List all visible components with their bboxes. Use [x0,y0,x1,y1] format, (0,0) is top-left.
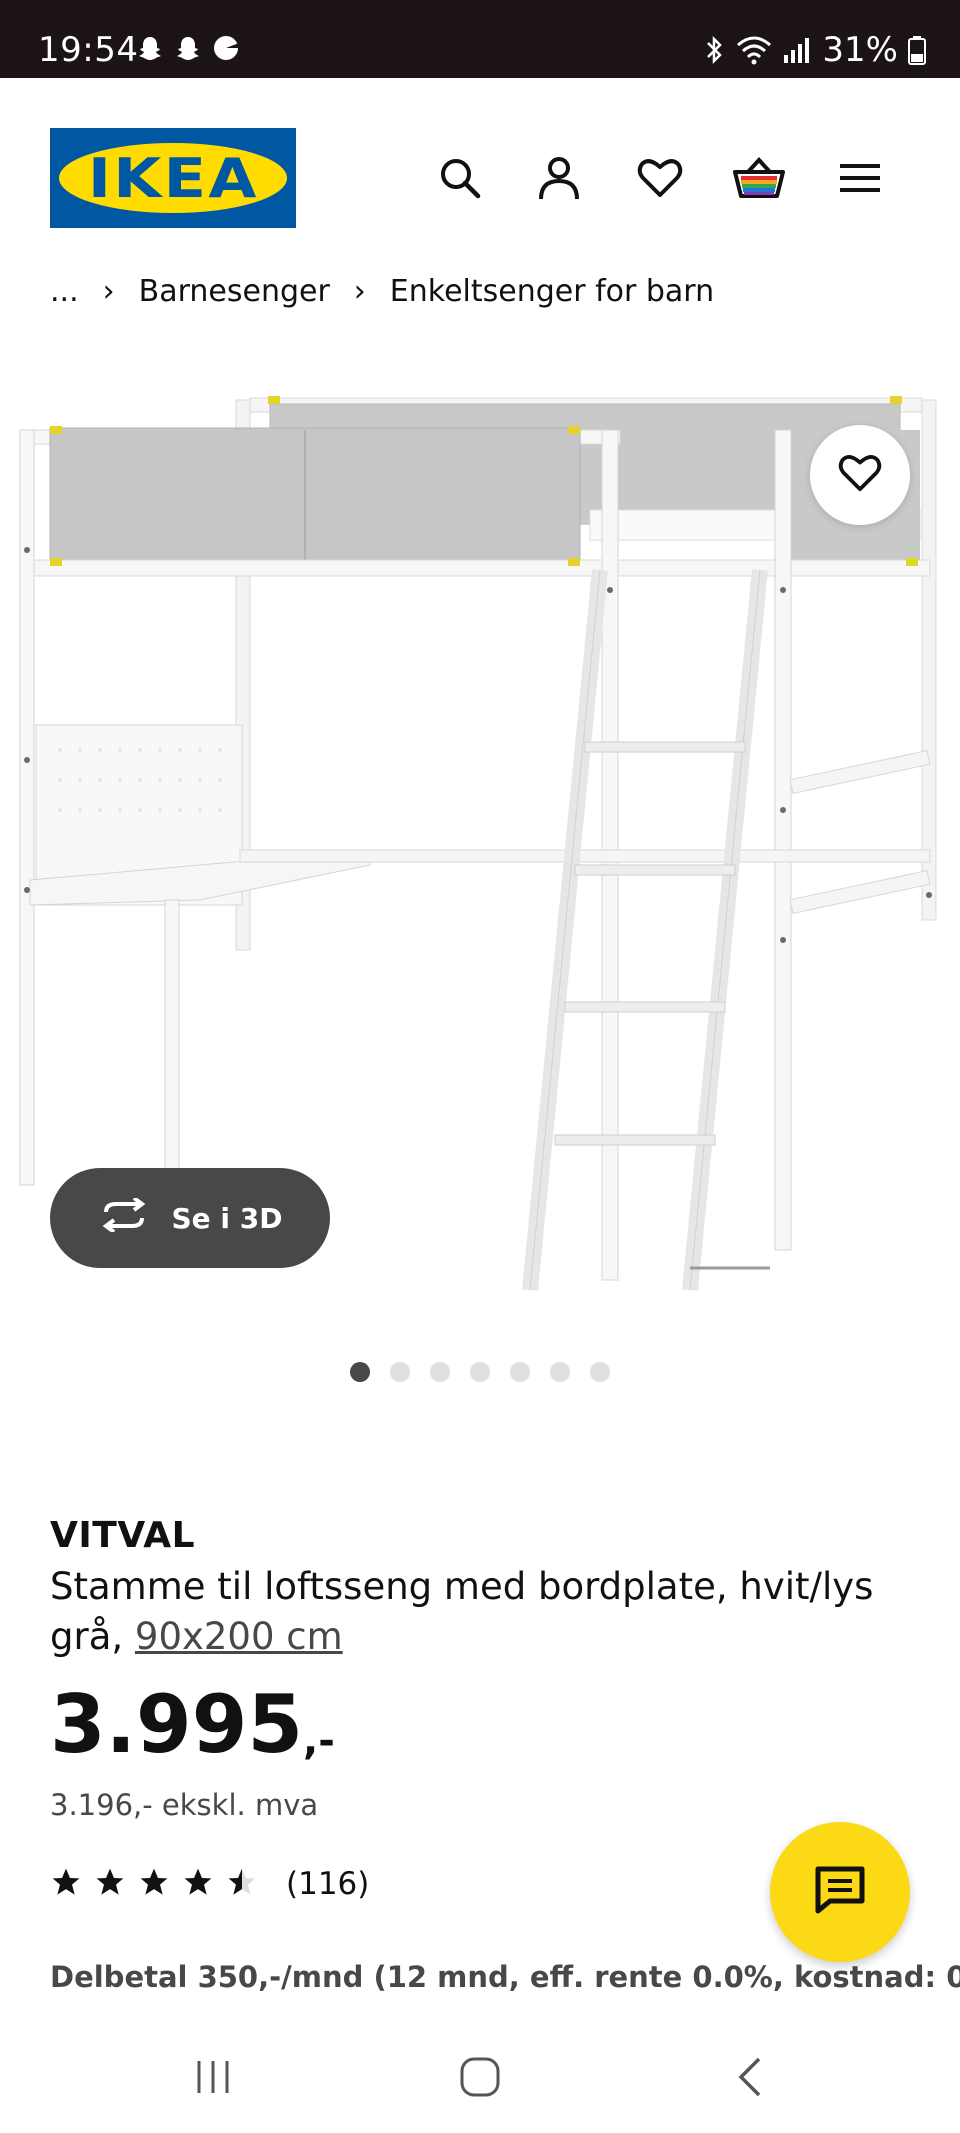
notification-icons [136,34,240,62]
status-right: 31% [702,30,926,70]
snapchat-icon [136,34,164,62]
price-ex-vat: 3.196,- ekskl. mva [50,1788,319,1822]
half-star-icon [226,1866,258,1902]
gallery-dots [350,1362,610,1382]
chevron-right-icon: › [353,274,366,309]
view-3d-label: Se i 3D [171,1201,283,1235]
rotate-3d-icon [98,1195,150,1239]
wifi-icon [736,35,772,65]
star-icon [50,1866,82,1902]
signal-icon [782,35,812,65]
chat-button[interactable] [770,1822,910,1962]
star-icon [182,1866,214,1902]
menu-icon[interactable] [830,148,890,208]
favorite-button[interactable] [810,425,910,525]
rating-count: (116) [286,1866,370,1902]
star-icon [94,1866,126,1902]
star-icon [138,1866,170,1902]
chevron-right-icon: › [102,274,115,309]
battery-icon [908,35,926,65]
home-icon[interactable] [450,2052,510,2102]
price-amount: 3.995 [50,1678,304,1771]
view-3d-button[interactable]: Se i 3D [50,1168,330,1268]
gallery-dot[interactable] [390,1362,410,1382]
rating-stars [50,1866,258,1902]
gallery-dot[interactable] [470,1362,490,1382]
pacman-icon [212,34,240,62]
price-suffix: ,- [303,1718,335,1764]
product-page: 19:54 31% IKEA ... › Barnesenger › Enkel… [0,0,960,2133]
installment-info: Delbetal 350,-/mnd (12 mnd, eff. rente 0… [50,1960,960,1994]
product-brand: VITVAL [50,1515,196,1556]
gallery-dot[interactable] [350,1362,370,1382]
gallery-dot[interactable] [510,1362,530,1382]
status-bar: 19:54 31% [0,0,960,78]
product-rating[interactable]: (116) [50,1866,369,1902]
battery-percent: 31% [822,30,898,70]
back-icon[interactable] [720,2052,780,2102]
status-time: 19:54 [38,30,139,70]
gallery-dot[interactable] [430,1362,450,1382]
header-icons [0,148,960,208]
system-nav-bar [0,2020,960,2133]
breadcrumb-item-barnesenger[interactable]: Barnesenger [139,274,330,309]
breadcrumb-item-enkeltsenger[interactable]: Enkeltsenger for barn [390,274,714,309]
product-price: 3.995 ,- [50,1680,335,1770]
search-icon[interactable] [430,148,490,208]
chat-icon [814,1865,866,1919]
breadcrumb-ellipsis[interactable]: ... [50,274,79,309]
gallery-dot[interactable] [550,1362,570,1382]
gallery-dot[interactable] [590,1362,610,1382]
bluetooth-icon [702,35,726,65]
heart-icon[interactable] [630,148,690,208]
product-description: Stamme til loftsseng med bordplate, hvit… [50,1562,910,1662]
breadcrumb: ... › Barnesenger › Enkeltsenger for bar… [50,274,714,309]
product-size-link[interactable]: 90x200 cm [135,1615,343,1658]
user-icon[interactable] [529,148,589,208]
basket-icon[interactable] [729,148,789,208]
snapchat-icon [174,34,202,62]
heart-icon [838,453,882,497]
recent-apps-icon[interactable] [183,2052,243,2102]
site-header: IKEA [0,78,960,258]
